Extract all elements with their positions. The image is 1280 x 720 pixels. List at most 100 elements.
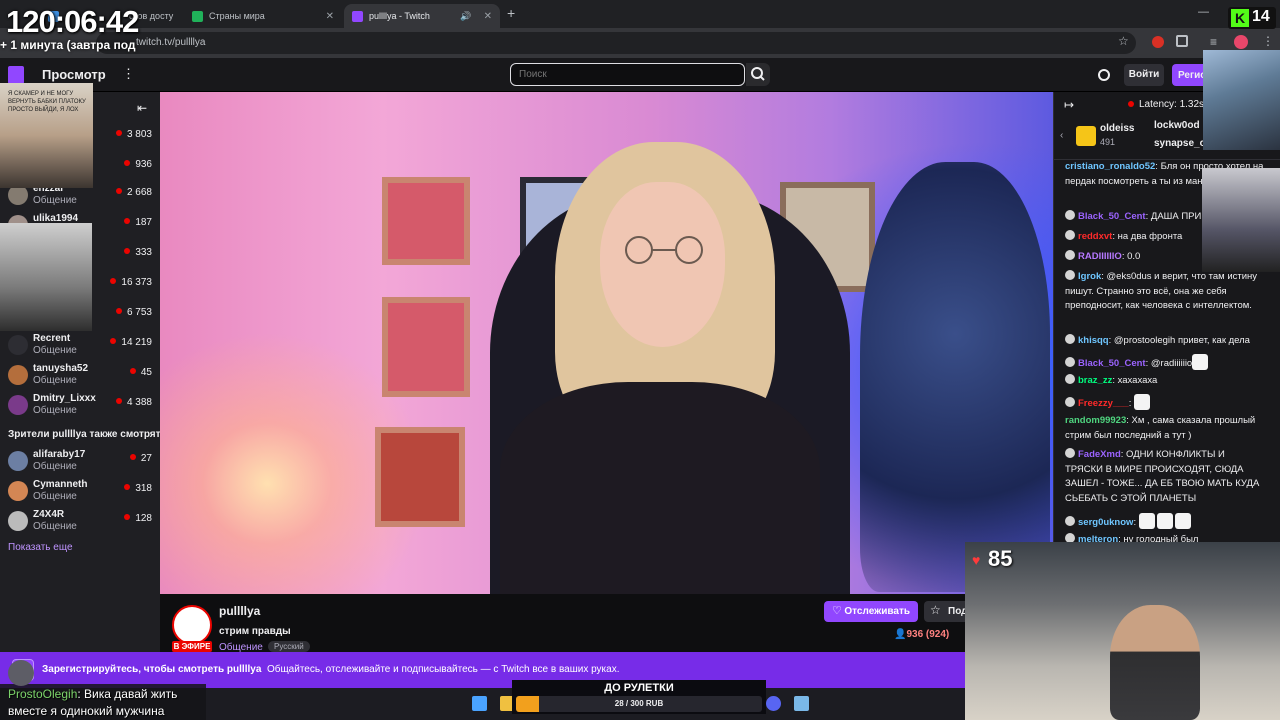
streamer-name[interactable]: pullllya: [219, 604, 260, 618]
channel-viewers: 936: [124, 159, 152, 170]
speaker-icon[interactable]: 🔊: [460, 11, 471, 22]
url-input[interactable]: twitch.tv/pullllya: [96, 32, 1136, 54]
chat-message: Freezzy___:: [1065, 394, 1265, 412]
chevron-left-icon[interactable]: ‹: [1060, 130, 1063, 141]
chat-username[interactable]: Freezzy___: [1078, 398, 1129, 409]
chat-message: Black_50_Cent: @radiiiiiio: [1065, 354, 1265, 372]
chat-text: хахахаха: [1117, 375, 1158, 386]
channel-viewers: 27: [130, 453, 152, 464]
minimize-icon[interactable]: —: [1198, 6, 1209, 18]
tab-label: Страны мира: [209, 11, 265, 21]
browser-menu-icon[interactable]: ⋮: [1262, 34, 1274, 48]
webcam-overlay-top-right: [1203, 50, 1280, 150]
channel-avatar: [8, 395, 28, 415]
profile-avatar[interactable]: [1234, 35, 1248, 49]
bookmark-star-icon[interactable]: ☆: [1118, 34, 1129, 48]
close-tab-icon[interactable]: ✕: [484, 11, 492, 22]
heart-icon: ♡: [832, 605, 842, 617]
channel-avatar: [8, 185, 28, 205]
twitch-favicon-icon: [352, 10, 363, 22]
more-menu-icon[interactable]: ⋮: [122, 66, 135, 82]
kick-logo-icon: K: [1231, 9, 1249, 27]
close-tab-icon[interactable]: ✕: [326, 11, 334, 22]
channel-viewers: 128: [124, 513, 152, 524]
chat-badge-icon: [1065, 334, 1075, 344]
notepad-icon[interactable]: [794, 696, 809, 711]
chat-text: 0.0: [1127, 251, 1141, 262]
chat-username[interactable]: khisqq: [1078, 335, 1109, 346]
heart-rate-count: 85: [988, 546, 1013, 571]
chat-emote-icon: [1156, 513, 1173, 529]
channel-viewers: 4 388: [116, 397, 152, 408]
windows-start-icon[interactable]: [472, 696, 487, 711]
streamer-avatar[interactable]: [172, 605, 212, 645]
roulette-progress-text: 28 / 300 RUB: [614, 699, 664, 708]
sidebar-channel[interactable]: Cymanneth Общение 318: [8, 479, 158, 509]
webcam-overlay-left: [0, 223, 92, 331]
collapse-chat-icon[interactable]: ↦: [1064, 98, 1074, 112]
chat-username[interactable]: reddxvt: [1078, 231, 1112, 242]
channel-viewers: 333: [124, 247, 152, 258]
chat-username[interactable]: braz_zz: [1078, 375, 1112, 386]
chat-username[interactable]: Black_50_Cent: [1078, 358, 1146, 369]
new-tab-button[interactable]: +: [507, 5, 515, 21]
search-icon: [751, 67, 765, 81]
channel-name: Cymanneth: [33, 479, 88, 490]
chat-username[interactable]: Black_50_Cent: [1078, 211, 1146, 222]
overlay-chat-user: ProstoOlegih: [8, 687, 78, 701]
chat-username[interactable]: RADIIIIIIO: [1078, 251, 1122, 262]
sidebar-channel[interactable]: Dmitry_Lixxx Общение 4 388: [8, 393, 158, 423]
browser-tab-active[interactable]: pullllya - Twitch 🔊 ✕: [344, 4, 500, 28]
search-button[interactable]: [746, 63, 770, 86]
wall-art: [375, 427, 465, 527]
stream-tag[interactable]: Русский: [268, 641, 310, 652]
extensions-puzzle-icon[interactable]: [1176, 35, 1188, 47]
chat-emote-icon: [1192, 354, 1209, 370]
channel-name: alifaraby17: [33, 449, 86, 460]
star-icon: ☆: [930, 603, 941, 617]
channel-avatar: [8, 481, 28, 501]
chat-username[interactable]: cristiano_ronaldo52: [1065, 161, 1155, 172]
chat-username[interactable]: Igrok: [1078, 271, 1101, 282]
glasses: [625, 236, 703, 264]
browser-tab[interactable]: Страны мира ✕: [184, 4, 342, 28]
extension-icon[interactable]: [1152, 36, 1164, 48]
gifter-name[interactable]: oldeiss: [1100, 123, 1134, 134]
prime-loot-icon[interactable]: [1098, 69, 1110, 81]
chat-message: Igrok: @eks0dus и верит, что там истину …: [1065, 270, 1265, 314]
channel-viewers: 45: [130, 367, 152, 378]
live-badge: В ЭФИРЕ: [172, 641, 212, 652]
chat-badge-icon: [1065, 397, 1075, 407]
twitch-logo-icon[interactable]: [8, 66, 24, 84]
browse-link[interactable]: Просмотр: [42, 67, 106, 82]
chat-text: @radiiiiiio: [1150, 358, 1193, 369]
channel-category: Общение: [33, 375, 77, 386]
stream-timer-note: + 1 минута (завтра под: [0, 38, 136, 52]
channel-category: Общение: [33, 345, 77, 356]
collapse-sidebar-icon[interactable]: ⇤: [137, 101, 147, 115]
login-button[interactable]: Войти: [1124, 64, 1164, 86]
tab-label: pullllya - Twitch: [369, 11, 430, 21]
sidebar-channel[interactable]: Z4X4R Общение 128: [8, 509, 158, 539]
wall-art: [382, 297, 470, 397]
show-more-link[interactable]: Показать еще: [8, 542, 73, 553]
crown-icon: [1076, 126, 1096, 146]
chat-emote-icon: [1133, 394, 1150, 410]
discord-icon[interactable]: [766, 696, 781, 711]
stream-timer: 120:06:42: [6, 4, 139, 39]
close-tab-icon[interactable]: ✕: [179, 11, 180, 22]
chat-username[interactable]: random99923: [1065, 415, 1126, 426]
chat-username[interactable]: serg0uknow: [1078, 517, 1133, 528]
video-player[interactable]: [160, 92, 1053, 594]
channel-category: Общение: [33, 461, 77, 472]
gifter-name[interactable]: synapse_o: [1154, 138, 1206, 149]
wall-art: [382, 177, 470, 265]
sidebar-channel[interactable]: alifaraby17 Общение 27: [8, 449, 158, 479]
chat-username[interactable]: FadeXmd: [1078, 449, 1121, 460]
search-input[interactable]: [510, 63, 745, 86]
gifter-name[interactable]: lockw0od: [1154, 120, 1200, 131]
media-icon[interactable]: ≡: [1210, 35, 1217, 49]
chat-emote-icon: [1174, 513, 1191, 529]
sidebar-channel[interactable]: Recrent Общение 14 219: [8, 333, 158, 363]
sidebar-channel[interactable]: tanuysha52 Общение 45: [8, 363, 158, 393]
